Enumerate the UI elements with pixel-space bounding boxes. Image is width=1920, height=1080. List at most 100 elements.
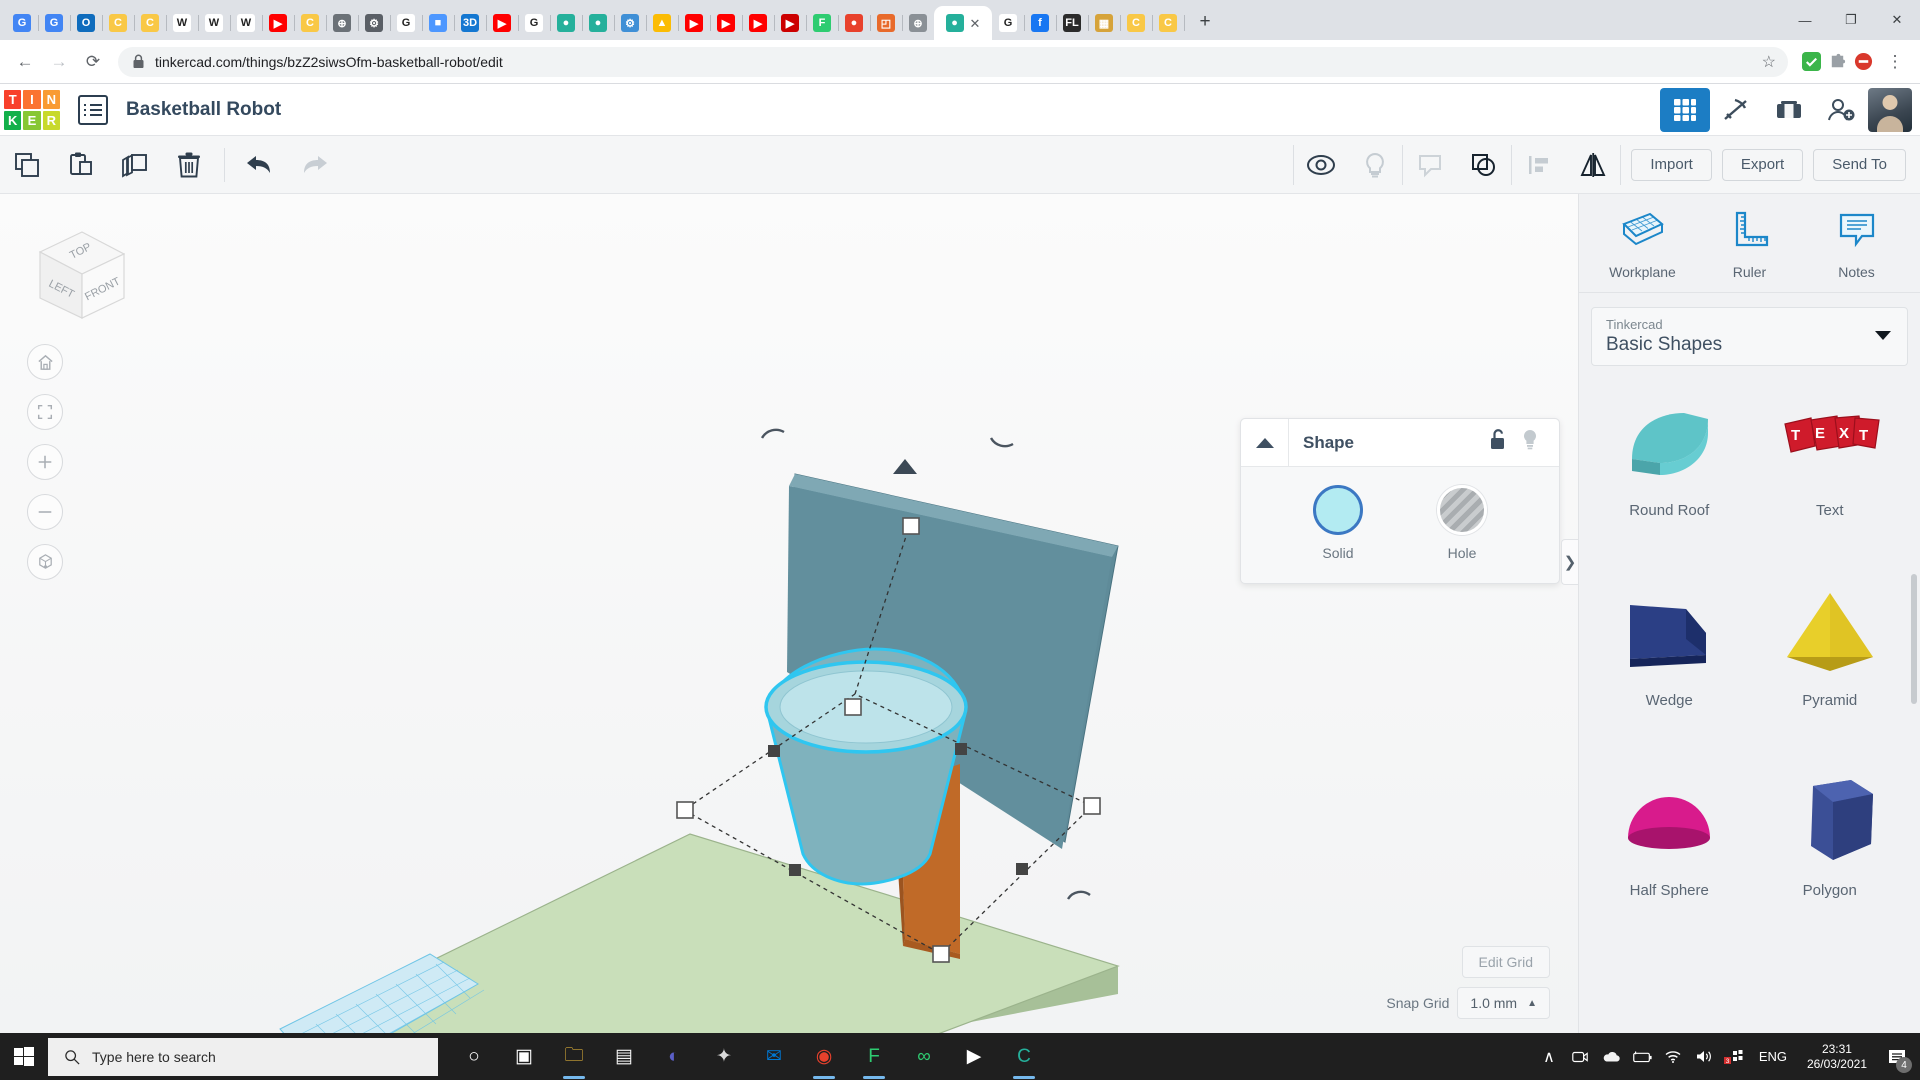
language-indicator[interactable]: ENG [1752,1033,1794,1080]
align-icon[interactable] [1512,141,1566,189]
close-window-button[interactable]: ✕ [1874,0,1920,40]
fl-tab[interactable]: FL [1056,6,1088,40]
edit-grid-button[interactable]: Edit Grid [1462,946,1550,978]
flipgrid-tab[interactable]: F [806,6,838,40]
predator-icon[interactable]: ✦ [702,1033,746,1080]
microsoft-store-icon[interactable]: ▤ [602,1033,646,1080]
windows-start-icon[interactable] [0,1047,48,1067]
light-bulb-icon[interactable] [1521,429,1539,456]
drive-tab[interactable]: ▲ [646,6,678,40]
adblock-extension-icon[interactable] [1854,52,1873,71]
globe-tab[interactable]: ⊕ [902,6,934,40]
grid-tab[interactable]: ▦ [1088,6,1120,40]
youtube-tab[interactable]: ▶ [774,6,806,40]
import-button[interactable]: Import [1631,149,1712,181]
teams-icon[interactable]: ◐ [652,1033,696,1080]
google-tab[interactable]: G [992,6,1024,40]
outlook-tab[interactable]: O [70,6,102,40]
undo-icon[interactable] [233,141,287,189]
export-button[interactable]: Export [1722,149,1803,181]
tray-expand-chevron-icon[interactable]: ∧ [1535,1033,1563,1080]
puzzle-extension-icon[interactable] [1828,52,1847,71]
back-button[interactable]: ← [10,47,40,77]
shape-category-select[interactable]: Tinkercad Basic Shapes [1591,307,1908,366]
sidebar-scrollbar[interactable] [1911,574,1917,704]
volume-icon[interactable] [1690,1033,1718,1080]
grid-view-icon[interactable] [1660,88,1710,132]
classroom-tab[interactable]: C [1120,6,1152,40]
gallery-icon[interactable] [1764,88,1814,132]
copy-icon[interactable] [0,141,54,189]
forward-button[interactable]: → [44,47,74,77]
google-tab[interactable]: G [518,6,550,40]
network-icon[interactable]: 3 [1721,1033,1749,1080]
taskbar-search-input[interactable]: Type here to search [48,1038,438,1076]
reload-button[interactable]: ⟳ [78,47,108,77]
group-icon[interactable] [1457,141,1511,189]
light-icon[interactable] [1348,141,1402,189]
checkmark-extension-icon[interactable] [1802,52,1821,71]
youtube-tab[interactable]: ▶ [262,6,294,40]
tinker-pick-icon[interactable] [1712,88,1762,132]
app-tab[interactable]: ◰ [870,6,902,40]
classroom-tab[interactable]: C [134,6,166,40]
shape-option-hole[interactable]: Hole [1437,485,1487,561]
tinkercad-tab[interactable]: ● [550,6,582,40]
shape-item-pyramid[interactable]: Pyramid [1750,572,1911,762]
minimize-button[interactable]: — [1782,0,1828,40]
scratch-tab[interactable]: ■ [422,6,454,40]
youtube-tab[interactable]: ▶ [742,6,774,40]
classroom-tab[interactable]: C [1152,6,1184,40]
facebook-tab[interactable]: f [1024,6,1056,40]
sidebar-tool-ruler[interactable]: Ruler [1708,210,1792,280]
onedrive-icon[interactable] [1597,1033,1625,1080]
bookmark-star-icon[interactable]: ☆ [1762,52,1776,72]
google-tab[interactable]: G [390,6,422,40]
flipgrid-icon[interactable]: F [852,1033,896,1080]
maximize-button[interactable]: ❐ [1828,0,1874,40]
globe-tab[interactable]: ⊕ [326,6,358,40]
solid-swatch[interactable] [1313,485,1363,535]
notification-center-button[interactable]: 4 [1880,1033,1914,1080]
infinity-icon[interactable]: ∞ [902,1033,946,1080]
wikipedia-tab[interactable]: W [230,6,262,40]
collapse-panel-button[interactable] [1241,419,1289,466]
shape-item-half-sphere[interactable]: Half Sphere [1589,762,1750,952]
redo-icon[interactable] [287,141,341,189]
delete-icon[interactable] [162,141,216,189]
shape-item-polygon[interactable]: Polygon [1750,762,1911,952]
close-tab-button[interactable]: ✕ [970,17,981,30]
classroom-tab[interactable]: C [294,6,326,40]
task-view-icon[interactable]: ▣ [502,1033,546,1080]
video-icon[interactable]: ▶ [952,1033,996,1080]
shape-option-solid[interactable]: Solid [1313,485,1363,561]
shape-item-text[interactable]: TEXTText [1750,382,1911,572]
unlock-icon[interactable] [1489,429,1507,456]
hole-swatch[interactable] [1437,485,1487,535]
settings-tab[interactable]: ⚙ [614,6,646,40]
duplicate-icon[interactable] [108,141,162,189]
project-list-icon[interactable] [78,95,108,125]
tinkercad-active-tab[interactable]: ●✕ [934,6,992,40]
avatar[interactable] [1868,88,1912,132]
add-user-icon[interactable] [1816,88,1866,132]
chrome-menu-button[interactable]: ⋮ [1880,47,1910,77]
new-tab-button[interactable]: + [1190,7,1220,37]
tinkercad-logo[interactable]: TINKER [4,90,60,130]
youtube-tab[interactable]: ▶ [710,6,742,40]
snap-grid-select[interactable]: 1.0 mm ▲ [1457,987,1550,1019]
wikipedia-tab[interactable]: W [166,6,198,40]
shape-item-wedge[interactable]: Wedge [1589,572,1750,762]
paste-icon[interactable] [54,141,108,189]
send-to-button[interactable]: Send To [1813,149,1906,181]
3d-canvas[interactable]: TOP LEFT FRONT [0,194,1578,1033]
basketball-robot-model[interactable] [0,194,1240,1033]
battery-icon[interactable] [1628,1033,1656,1080]
screen-record-icon[interactable] [1566,1033,1594,1080]
youtube-tab[interactable]: ▶ [678,6,710,40]
recording-tab[interactable]: ● [838,6,870,40]
tinkercad-icon[interactable]: C [1002,1033,1046,1080]
wikipedia-tab[interactable]: W [198,6,230,40]
vertical-arrow-handle[interactable] [893,459,917,474]
google-translate-tab[interactable]: G [38,6,70,40]
